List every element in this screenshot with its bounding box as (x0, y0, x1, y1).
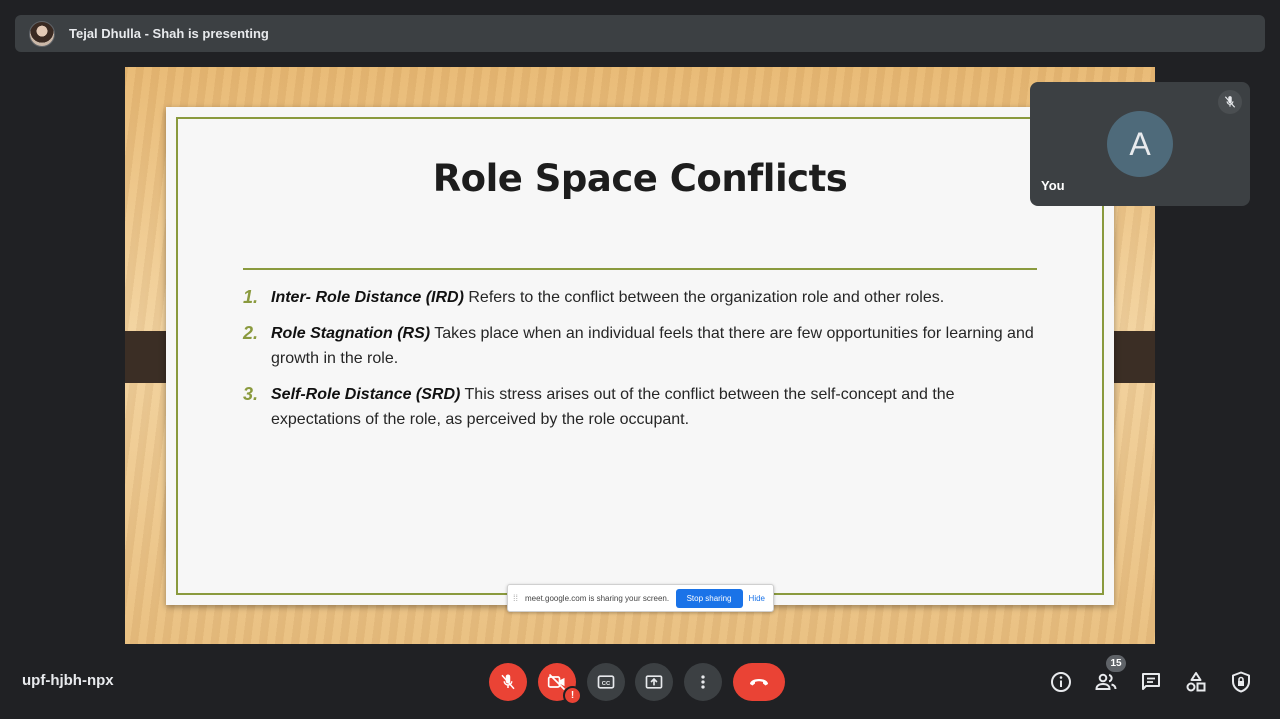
mic-off-icon (501, 674, 515, 690)
share-notice-text: meet.google.com is sharing your screen. (525, 593, 670, 603)
hang-up-icon (750, 679, 768, 686)
leave-call-button[interactable] (733, 663, 785, 701)
self-view-label: You (1041, 178, 1065, 193)
people-button[interactable] (1093, 669, 1119, 695)
meeting-details-button[interactable] (1048, 669, 1074, 695)
avatar: A (1107, 111, 1173, 177)
slide-title: Role Space Conflicts (432, 157, 848, 200)
drag-handle-icon[interactable]: ⁞⁞ (513, 593, 519, 603)
screen-share-notice: ⁞⁞ meet.google.com is sharing your scree… (507, 584, 774, 612)
present-screen-icon (645, 675, 663, 689)
more-vert-icon (701, 675, 705, 689)
list-item-body: Role Stagnation (RS) Takes place when an… (271, 321, 1043, 371)
list-item: 1. Inter- Role Distance (IRD) Refers to … (243, 285, 1043, 310)
camera-alert-badge: ! (563, 686, 582, 705)
list-item: 2. Role Stagnation (RS) Takes place when… (243, 321, 1043, 371)
info-icon (1051, 672, 1071, 692)
slide-divider (243, 268, 1037, 270)
shield-lock-icon (1232, 671, 1250, 693)
self-view-tile[interactable]: A You (1030, 82, 1250, 206)
hide-notice-link[interactable]: Hide (749, 594, 765, 603)
list-item-term: Role Stagnation (RS) (271, 325, 431, 342)
camera-toggle-button[interactable]: ! (538, 663, 582, 705)
svg-text:CC: CC (602, 681, 611, 687)
activities-button[interactable] (1183, 669, 1209, 695)
participant-count-badge: 15 (1106, 655, 1126, 672)
meeting-code: upf-hjbh-npx (22, 672, 114, 689)
list-item-body: Self-Role Distance (SRD) This stress ari… (271, 382, 1043, 432)
slide-list: 1. Inter- Role Distance (IRD) Refers to … (243, 285, 1043, 443)
mic-off-icon (1218, 90, 1242, 114)
people-icon (1095, 673, 1117, 690)
host-controls-button[interactable] (1228, 669, 1254, 695)
list-item-number: 1. (243, 287, 259, 307)
list-item-number: 2. (243, 323, 259, 343)
chat-icon (1142, 673, 1160, 690)
presenter-avatar (29, 20, 55, 47)
closed-captions-icon: CC (597, 675, 615, 689)
presenter-banner: Tejal Dhulla - Shah is presenting (15, 15, 1265, 52)
list-item-number: 3. (243, 384, 259, 404)
list-item-text: Refers to the conflict between the organ… (463, 289, 945, 306)
chat-button[interactable] (1138, 669, 1164, 695)
list-item: 3. Self-Role Distance (SRD) This stress … (243, 382, 1043, 432)
activities-icon (1186, 672, 1206, 692)
present-screen-button[interactable] (635, 663, 673, 701)
list-item-term: Self-Role Distance (SRD) (271, 386, 461, 403)
slide: Role Space Conflicts 1. Inter- Role Dist… (166, 107, 1114, 605)
more-options-button[interactable] (684, 663, 722, 701)
list-item-body: Inter- Role Distance (IRD) Refers to the… (271, 285, 944, 310)
stop-sharing-button[interactable]: Stop sharing (675, 588, 743, 608)
presenter-text: Tejal Dhulla - Shah is presenting (69, 26, 269, 41)
list-item-term: Inter- Role Distance (IRD) (271, 289, 464, 306)
microphone-toggle-button[interactable] (489, 663, 527, 701)
captions-button[interactable]: CC (587, 663, 625, 701)
shared-screen: Role Space Conflicts 1. Inter- Role Dist… (125, 67, 1155, 644)
